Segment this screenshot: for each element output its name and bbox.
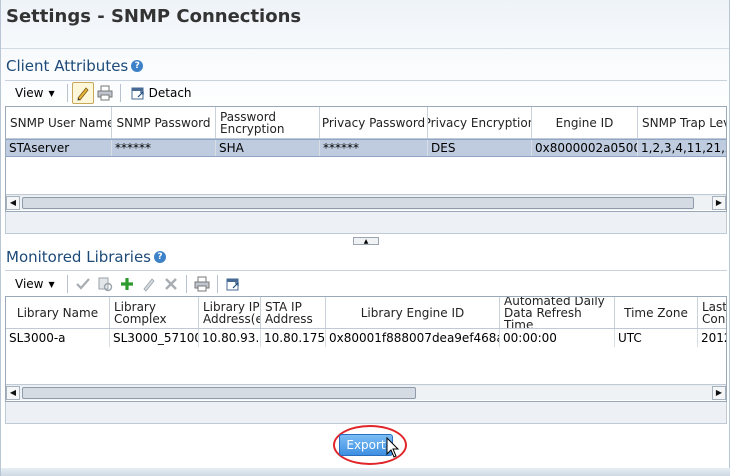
pane-splitter-collapse[interactable]: ▲	[353, 237, 379, 245]
view-menu-button[interactable]: View ▼	[5, 274, 63, 294]
column-header[interactable]: STA IP Address	[261, 297, 326, 328]
table-cell: SL3000-a	[6, 329, 110, 347]
horizontal-scrollbar[interactable]: ◀ ▶	[6, 194, 726, 210]
plus-icon	[120, 278, 133, 290]
column-header[interactable]: Privacy Encryption	[428, 107, 532, 138]
table-row[interactable]: STAserver ****** SHA ****** DES 0x800000…	[6, 139, 726, 157]
scrollbar-thumb[interactable]	[22, 196, 694, 209]
delete-x-icon	[164, 278, 177, 290]
client-attributes-title: Client Attributes	[6, 57, 129, 75]
toolbar-separator	[119, 84, 121, 102]
scroll-left-arrow-icon[interactable]: ◀	[6, 385, 20, 400]
table-header: SNMP User Name SNMP Password Password En…	[6, 107, 726, 139]
table-body: SL3000-a SL3000_57100( 10.80.93.3 10.80.…	[6, 329, 726, 347]
table-header: Library Name Library Complex Library IP …	[6, 297, 726, 329]
toolbar-separator	[185, 275, 187, 293]
scroll-right-arrow-icon[interactable]: ▶	[712, 195, 726, 210]
column-header[interactable]: Library Complex	[110, 297, 199, 328]
caret-down-icon: ▼	[48, 279, 55, 289]
printer-icon	[194, 276, 210, 292]
pencil-icon	[143, 278, 155, 292]
detach-button[interactable]	[222, 273, 244, 295]
column-header[interactable]: Library Engine ID	[326, 297, 500, 328]
client-attributes-heading: Client Attributes ?	[6, 57, 144, 75]
scroll-right-arrow-icon[interactable]: ▶	[712, 385, 726, 400]
view-menu-label: View	[15, 277, 44, 291]
column-header[interactable]: Engine ID	[532, 107, 638, 138]
table-cell: ******	[112, 140, 216, 156]
monitored-libraries-table: Library Name Library Complex Library IP …	[5, 296, 727, 402]
scroll-left-arrow-icon[interactable]: ◀	[6, 195, 20, 210]
table-cell: 2012	[698, 329, 726, 347]
table-cell: 10.80.175.1	[261, 329, 326, 347]
edit-button[interactable]	[71, 82, 94, 104]
help-icon[interactable]: ?	[154, 251, 166, 263]
table-row[interactable]: SL3000-a SL3000_57100( 10.80.93.3 10.80.…	[6, 329, 726, 347]
refresh-button[interactable]	[94, 273, 116, 295]
scrollbar-track[interactable]	[20, 195, 712, 210]
column-header[interactable]: Privacy Password	[320, 107, 428, 138]
column-header[interactable]: SNMP User Name	[6, 107, 112, 138]
table-cell: UTC	[615, 329, 698, 347]
detach-icon	[131, 87, 144, 100]
table-footer	[5, 212, 727, 234]
table-cell: SHA	[216, 140, 320, 156]
column-header[interactable]: Automated Daily Data Refresh Time	[500, 297, 615, 328]
print-button[interactable]	[191, 273, 213, 295]
table-cell: 0x8000002a05000	[532, 140, 638, 156]
mouse-cursor-icon	[386, 437, 400, 458]
table-cell: 00:00:00	[500, 329, 615, 347]
table-cell: DES	[428, 140, 532, 156]
client-attributes-toolbar: View ▼ Detach	[5, 80, 727, 106]
horizontal-scrollbar[interactable]: ◀ ▶	[6, 384, 726, 400]
column-header[interactable]: Last Conn	[698, 297, 726, 328]
column-header[interactable]: Library Name	[6, 297, 110, 328]
checkmark-icon	[75, 278, 90, 290]
detach-label: Detach	[148, 86, 192, 100]
refresh-data-icon	[98, 277, 112, 292]
column-header[interactable]: SNMP Trap Leve	[638, 107, 726, 138]
caret-up-icon: ▲	[363, 237, 369, 245]
validate-button[interactable]	[72, 273, 94, 295]
settings-page: Settings - SNMP Connections Client Attri…	[0, 0, 730, 476]
view-menu-button[interactable]: View ▼	[5, 83, 63, 103]
title-divider	[1, 48, 729, 49]
monitored-libraries-toolbar: View ▼	[5, 271, 727, 297]
detach-button[interactable]: Detach	[125, 86, 198, 100]
toolbar-separator	[66, 84, 68, 102]
column-header[interactable]: SNMP Password	[112, 107, 216, 138]
scrollbar-thumb[interactable]	[22, 386, 416, 399]
table-cell: 1,2,3,4,11,21,25	[638, 140, 726, 156]
delete-button[interactable]	[160, 273, 182, 295]
view-menu-label: View	[15, 86, 44, 100]
detach-icon	[226, 278, 239, 291]
export-button[interactable]: Export	[339, 434, 393, 456]
table-footer	[5, 402, 727, 424]
table-cell: STAserver	[6, 140, 112, 156]
table-body: STAserver ****** SHA ****** DES 0x800000…	[6, 139, 726, 157]
table-cell: 10.80.93.3	[199, 329, 261, 347]
window-bottom-edge	[1, 468, 730, 476]
table-cell: SL3000_57100(	[110, 329, 199, 347]
caret-down-icon: ▼	[48, 88, 55, 98]
help-icon[interactable]: ?	[131, 60, 144, 72]
monitored-libraries-heading: Monitored Libraries ?	[6, 248, 166, 266]
edit-button[interactable]	[138, 273, 160, 295]
print-button[interactable]	[94, 82, 116, 104]
column-header[interactable]: Time Zone	[615, 297, 698, 328]
add-button[interactable]	[116, 273, 138, 295]
page-title: Settings - SNMP Connections	[6, 6, 302, 27]
client-attributes-table: SNMP User Name SNMP Password Password En…	[5, 106, 727, 212]
printer-icon	[97, 85, 113, 101]
table-cell: ******	[320, 140, 428, 156]
pencil-icon	[77, 87, 89, 101]
toolbar-separator	[66, 275, 68, 293]
monitored-libraries-title: Monitored Libraries	[6, 248, 151, 266]
column-header[interactable]: Library IP Address(es	[199, 297, 261, 328]
column-header[interactable]: Password Encryption	[216, 107, 320, 138]
table-cell: 0x80001f888007dea9ef468a2	[326, 329, 500, 347]
toolbar-separator	[216, 275, 218, 293]
scrollbar-track[interactable]	[20, 385, 712, 400]
